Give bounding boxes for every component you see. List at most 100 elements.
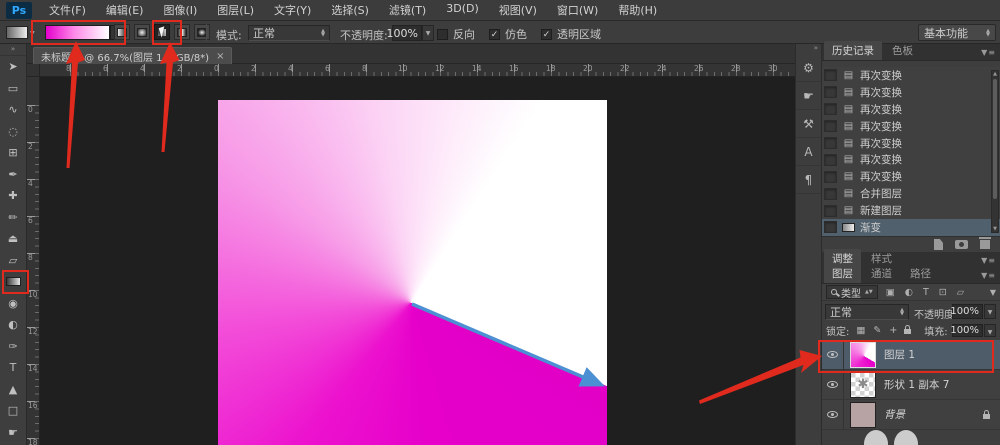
- tool-preset-picker[interactable]: [6, 26, 28, 39]
- brush-presets-panel-icon[interactable]: ⚒: [796, 110, 821, 138]
- layer-opacity-arrow-icon[interactable]: ▼: [984, 304, 996, 319]
- diamond-gradient-button[interactable]: [194, 24, 210, 40]
- layer-thumbnail[interactable]: [850, 402, 876, 428]
- angle-gradient-button[interactable]: [154, 24, 170, 40]
- gradient-tool[interactable]: [0, 271, 26, 293]
- history-source-checkbox[interactable]: [824, 120, 837, 132]
- history-row[interactable]: ▤ 新建图层: [822, 202, 1000, 219]
- paragraph-panel-icon[interactable]: ¶: [796, 166, 821, 194]
- eraser-tool[interactable]: ▱: [0, 250, 26, 272]
- layer-fill-arrow-icon[interactable]: ▼: [984, 324, 996, 337]
- tool-presets-panel-icon[interactable]: ☛: [796, 82, 821, 110]
- history-row[interactable]: ▤ 再次变换: [822, 135, 1000, 152]
- tab-paths[interactable]: 路径: [902, 264, 939, 283]
- visibility-eye-icon[interactable]: [827, 351, 838, 358]
- checkbox-box[interactable]: [437, 29, 448, 40]
- lasso-tool[interactable]: ∿: [0, 99, 26, 121]
- type-tool[interactable]: T: [0, 357, 26, 379]
- checkbox-box[interactable]: ✓: [489, 29, 500, 40]
- history-row[interactable]: ▤ 再次变换: [822, 84, 1000, 101]
- history-row[interactable]: ▤ 再次变换: [822, 67, 1000, 84]
- history-scrollbar[interactable]: ▲ ▼: [991, 70, 999, 233]
- dock-collapse-icon[interactable]: »: [796, 44, 821, 54]
- blend-mode-select[interactable]: 正常 ▲▼: [248, 25, 330, 41]
- menu-item[interactable]: 视图(V): [490, 0, 546, 20]
- reflected-gradient-button[interactable]: [174, 24, 190, 40]
- opacity-arrow-icon[interactable]: ▼: [422, 25, 434, 41]
- close-tab-icon[interactable]: ×: [216, 51, 224, 62]
- menu-item[interactable]: 窗口(W): [548, 0, 607, 20]
- history-source-checkbox[interactable]: [824, 221, 837, 233]
- checkbox-box[interactable]: ✓: [541, 29, 552, 40]
- layer-row-layer1[interactable]: 图层 1: [822, 340, 1000, 370]
- pen-tool[interactable]: ✑: [0, 336, 26, 358]
- layer-name[interactable]: 背景: [884, 407, 905, 422]
- new-document-from-state-icon[interactable]: [934, 239, 943, 250]
- filter-shape-layers-icon[interactable]: ⊡: [939, 287, 947, 298]
- history-source-checkbox[interactable]: [824, 86, 837, 98]
- history-source-checkbox[interactable]: [824, 205, 837, 217]
- path-selection-tool[interactable]: ▲: [0, 379, 26, 401]
- toolbar-collapse-icon[interactable]: »: [0, 44, 26, 56]
- menu-item[interactable]: 选择(S): [322, 0, 378, 20]
- option-checkbox[interactable]: ✓ 仿色: [489, 26, 527, 42]
- menu-item[interactable]: 帮助(H): [609, 0, 666, 20]
- layer-fill-value[interactable]: 100%: [952, 324, 983, 337]
- layer-thumbnail[interactable]: [850, 342, 876, 368]
- option-checkbox[interactable]: 反向: [437, 26, 475, 42]
- visibility-eye-icon[interactable]: [827, 381, 838, 388]
- opacity-value[interactable]: 100%: [392, 25, 422, 41]
- character-panel-icon[interactable]: A: [796, 138, 821, 166]
- history-source-checkbox[interactable]: [824, 137, 837, 149]
- layer-filter-type-select[interactable]: 类型 ▲▼: [826, 285, 878, 299]
- history-row[interactable]: 渐变: [822, 219, 1000, 236]
- history-row[interactable]: ▤ 合并图层: [822, 185, 1000, 202]
- history-source-checkbox[interactable]: [824, 103, 837, 115]
- panel-menu-icon[interactable]: ▼≡: [981, 256, 996, 265]
- radial-gradient-button[interactable]: [134, 24, 150, 40]
- layer-thumbnail[interactable]: ✱: [850, 372, 876, 398]
- shape-tool[interactable]: □: [0, 400, 26, 422]
- history-source-checkbox[interactable]: [824, 188, 837, 200]
- marquee-tool[interactable]: ▭: [0, 78, 26, 100]
- menu-item[interactable]: 图像(I): [154, 0, 206, 20]
- scrollbar-thumb[interactable]: [993, 79, 997, 199]
- tab-channels[interactable]: 通道: [863, 264, 900, 283]
- linear-gradient-button[interactable]: [114, 24, 130, 40]
- clone-stamp-tool[interactable]: ⏏: [0, 228, 26, 250]
- menu-item[interactable]: 滤镜(T): [380, 0, 435, 20]
- history-row[interactable]: ▤ 再次变换: [822, 151, 1000, 168]
- history-row[interactable]: ▤ 再次变换: [822, 101, 1000, 118]
- panel-menu-icon[interactable]: ▼≡: [981, 48, 996, 57]
- move-tool[interactable]: ➤: [0, 56, 26, 78]
- dodge-tool[interactable]: ◐: [0, 314, 26, 336]
- lock-paint-icon[interactable]: ✎: [873, 325, 881, 336]
- lock-all-icon[interactable]: [904, 329, 911, 334]
- tab-swatches[interactable]: 色板: [884, 41, 921, 60]
- history-source-checkbox[interactable]: [824, 69, 837, 81]
- quick-selection-tool[interactable]: ◌: [0, 121, 26, 143]
- filter-smart-objects-icon[interactable]: ▱: [957, 287, 964, 298]
- eyedropper-tool[interactable]: ✒: [0, 164, 26, 186]
- scroll-down-icon[interactable]: ▼: [992, 226, 998, 232]
- option-checkbox[interactable]: ✓ 透明区域: [541, 26, 601, 42]
- tab-layers[interactable]: 图层: [824, 264, 861, 283]
- history-row[interactable]: ▤ 再次变换: [822, 118, 1000, 135]
- document-tab[interactable]: 未标题-1 @ 66.7%(图层 1, RGB/8*) ×: [33, 47, 232, 64]
- filter-pixel-layers-icon[interactable]: ▣: [886, 287, 895, 298]
- visibility-eye-icon[interactable]: [827, 411, 838, 418]
- extensions-panel-icon[interactable]: ⚙: [796, 54, 821, 82]
- history-source-checkbox[interactable]: [824, 171, 837, 183]
- delete-state-icon[interactable]: [980, 240, 990, 249]
- gradient-preview-button[interactable]: [45, 25, 110, 40]
- layer-name[interactable]: 形状 1 副本 7: [884, 377, 949, 392]
- layer-blend-mode-select[interactable]: 正常 ▲▼: [825, 304, 909, 320]
- lock-transparency-icon[interactable]: ▦: [856, 325, 865, 336]
- filter-type-layers-icon[interactable]: T: [923, 287, 929, 298]
- panel-menu-icon[interactable]: ▼≡: [981, 271, 996, 280]
- menu-item[interactable]: 文字(Y): [265, 0, 320, 20]
- scroll-up-icon[interactable]: ▲: [992, 71, 998, 77]
- canvas[interactable]: [218, 100, 607, 445]
- history-source-checkbox[interactable]: [824, 154, 837, 166]
- filter-funnel-icon[interactable]: ▼: [990, 288, 996, 297]
